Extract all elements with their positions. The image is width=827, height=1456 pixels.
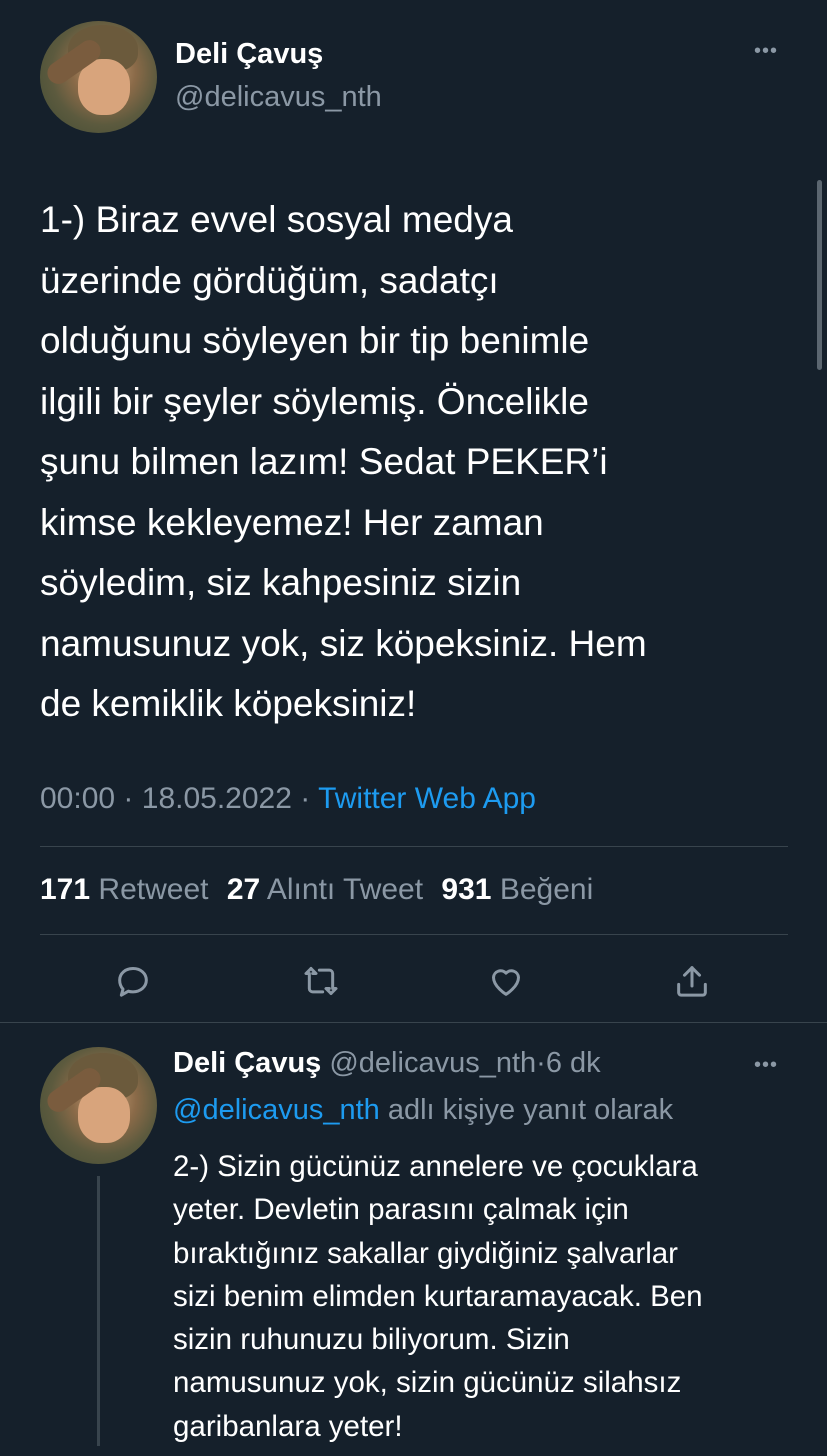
reply-text-line: garibanlara yeter! [173, 1409, 403, 1443]
tweet-text-line: ilgili bir şeyler söylemiş. Öncelikle [40, 380, 589, 422]
reply-author-handle[interactable]: @delicavus_nth [329, 1047, 536, 1079]
reply-text-line: bıraktığınız sakallar giydiğiniz şalvarl… [173, 1236, 678, 1270]
retweet-count: 171 [40, 873, 91, 906]
tweet-stats: 171 Retweet 27 Alıntı Tweet 931 Beğeni [40, 872, 593, 908]
retweet-stat[interactable]: 171 Retweet [40, 873, 217, 906]
reply-text-line: namusunuz yok, sizin gücünüz silahsız [173, 1366, 682, 1400]
reply-text-line: yeter. Devletin parasını çalmak için [173, 1193, 629, 1227]
reply-author-avatar[interactable] [40, 1047, 157, 1164]
tweet-text: 1-) Biraz evvel sosyal medya üzerinde gö… [40, 190, 810, 735]
author-handle[interactable]: @delicavus_nth [175, 79, 382, 115]
reply-more-options-icon[interactable]: ••• [754, 1054, 778, 1077]
quote-stat[interactable]: 27 Alıntı Tweet [227, 873, 432, 906]
author-name[interactable]: Deli Çavuş [175, 36, 323, 72]
replying-to-handle[interactable]: @delicavus_nth [173, 1094, 380, 1126]
retweet-label: Retweet [98, 873, 209, 906]
tweet-text-line: kimse kekleyemez! Her zaman [40, 501, 544, 543]
retweet-icon[interactable] [301, 961, 341, 1001]
tweet-text-line: de kemiklik köpeksiniz! [40, 683, 417, 724]
reply-text-line: 2-) Sizin gücünüz annelere ve çocuklara [173, 1150, 698, 1183]
reply-author-name[interactable]: Deli Çavuş [173, 1047, 321, 1079]
tweet-time[interactable]: 00:00 [40, 782, 115, 815]
like-count: 931 [441, 873, 492, 906]
share-icon[interactable] [672, 961, 712, 1001]
more-options-icon[interactable]: ••• [754, 40, 778, 63]
like-label: Beğeni [499, 873, 594, 906]
scrollbar-thumb[interactable] [817, 180, 822, 370]
reply-icon[interactable] [113, 961, 153, 1001]
tweet-text-line: 1-) Biraz evvel sosyal medya [40, 199, 513, 240]
tweet-text-line: şunu bilmen lazım! Sedat PEKER’i [40, 441, 608, 482]
divider [40, 934, 788, 935]
header-separator: · [536, 1047, 546, 1079]
tweet-text-line: söyledim, siz kahpesiniz sizin [40, 562, 522, 603]
quote-count: 27 [226, 873, 261, 906]
meta-separator: · [300, 782, 311, 815]
reply-header: Deli Çavuş @delicavus_nth·6 dk [173, 1044, 601, 1082]
reply-text-line: sizi benim elimden kurtaramayacak. Ben [173, 1279, 703, 1313]
quote-label: Alıntı Tweet [266, 873, 424, 906]
like-stat[interactable]: 931 Beğeni [441, 873, 593, 906]
replying-to: @delicavus_nth adlı kişiye yanıt olarak [173, 1091, 673, 1129]
tweet-text-line: üzerinde gördüğüm, sadatçı [40, 259, 499, 301]
divider [0, 1022, 827, 1023]
thread-line [97, 1176, 100, 1446]
tweet-meta: 00:00 · 18.05.2022 · Twitter Web App [40, 781, 536, 817]
reply-age[interactable]: 6 dk [546, 1047, 601, 1079]
tweet-text-line: namusunuz yok, siz köpeksiniz. Hem [40, 622, 647, 664]
author-avatar[interactable] [40, 21, 157, 133]
reply-text-line: sizin ruhunuzu biliyorum. Sizin [173, 1323, 570, 1357]
tweet-source[interactable]: Twitter Web App [318, 782, 536, 815]
tweet-date[interactable]: 18.05.2022 [142, 782, 292, 815]
divider [40, 846, 788, 847]
tweet-text-line: olduğunu söyleyen bir tip benimle [40, 320, 590, 361]
meta-separator: · [123, 782, 134, 815]
reply-text: 2-) Sizin gücünüz annelere ve çocuklara … [173, 1145, 813, 1448]
replying-to-suffix: adlı kişiye yanıt olarak [387, 1094, 674, 1126]
heart-icon[interactable] [486, 961, 526, 1001]
